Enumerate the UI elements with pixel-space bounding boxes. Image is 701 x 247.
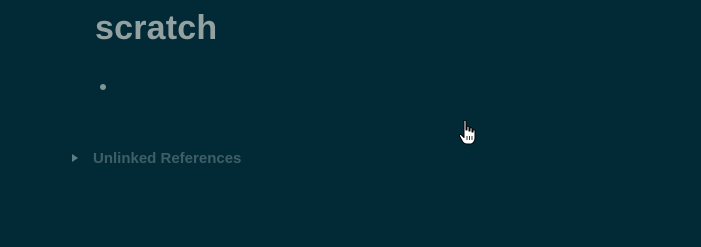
hand-pointer-cursor-icon — [458, 119, 476, 145]
unlinked-references-toggle[interactable]: Unlinked References — [68, 148, 241, 168]
block-bullet-icon[interactable] — [100, 84, 106, 90]
unlinked-references-label: Unlinked References — [93, 149, 242, 167]
page-container: scratch Unlinked References — [0, 0, 701, 247]
caret-right-icon[interactable] — [72, 154, 78, 162]
page-title[interactable]: scratch — [95, 8, 217, 48]
empty-block[interactable] — [92, 76, 292, 98]
